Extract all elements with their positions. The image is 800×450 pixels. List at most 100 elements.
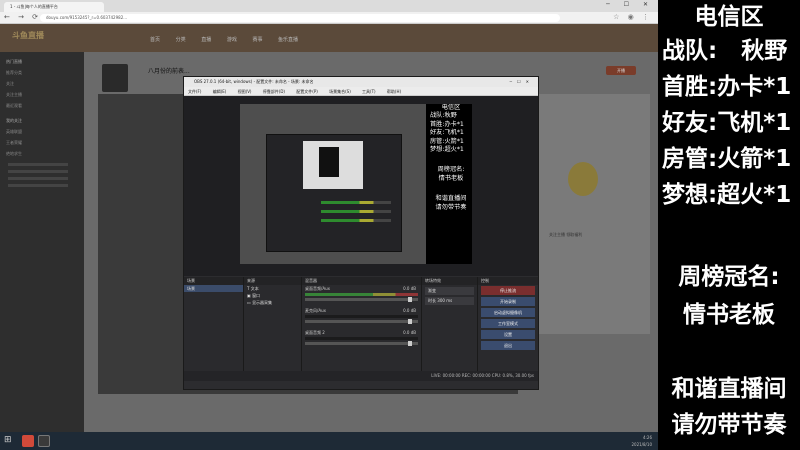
sidebar-item[interactable]: 最近观看: [0, 100, 84, 111]
source-label: 显示器采集: [252, 300, 273, 305]
transition-select[interactable]: 渐变: [425, 287, 474, 295]
stop-streaming-button[interactable]: 停止推流: [481, 286, 535, 295]
overlay-friend-value: 飞机*1: [717, 110, 792, 136]
menu-item[interactable]: 停靠部件(D): [263, 89, 285, 94]
address-bar[interactable]: douyu.com/9153245?_r=0.603742982...: [40, 14, 560, 22]
nav-item[interactable]: 直播: [201, 37, 211, 43]
mascot-image: [568, 162, 598, 196]
duration-field[interactable]: 时长 300 ms: [425, 297, 474, 305]
sidebar-item[interactable]: 王者荣耀: [0, 137, 84, 148]
menu-item[interactable]: 视图(V): [238, 89, 252, 94]
obs-app-icon[interactable]: [38, 435, 50, 447]
volume-fader[interactable]: [305, 319, 418, 324]
scene-item[interactable]: 场景: [184, 285, 243, 292]
overlay-team-label: 战队:: [662, 38, 718, 64]
sidebar-placeholder: [8, 170, 68, 173]
mini-admin-label: 房管:: [430, 137, 445, 145]
studio-mode-button[interactable]: 工作室模式: [481, 319, 535, 328]
settings-button[interactable]: 设置: [481, 330, 535, 339]
sidebar-item[interactable]: 绝地求生: [0, 148, 84, 159]
nav-item[interactable]: 鱼乐直播: [278, 37, 298, 43]
nested-capture: [240, 104, 426, 264]
overlay-first-win-label: 首胜:: [662, 74, 718, 100]
menu-item[interactable]: 场景集合(S): [329, 89, 351, 94]
obs-title: OBS 27.0.1 (64-bit, windows) - 配置文件: 未命名…: [194, 79, 314, 84]
nav-item[interactable]: 分类: [176, 37, 186, 43]
mini-notice-2: 请勿带节奏: [435, 203, 467, 211]
volume-fader[interactable]: [305, 297, 418, 302]
sidebar-item[interactable]: 热门直播: [0, 56, 84, 67]
overlay-team: 战队: 秋野: [658, 36, 800, 66]
sidebar-item[interactable]: 关注: [0, 78, 84, 89]
sources-dock: 来源 T 文本 ▣ 窗口 ▭ 显示器采集 + − ∧ ∨: [244, 277, 302, 381]
overlay-friend: 好友:飞机*1: [658, 108, 800, 138]
volume-fader[interactable]: [305, 341, 418, 346]
douyu-logo[interactable]: 斗鱼直播: [12, 30, 44, 41]
scenes-header: 场景: [184, 277, 243, 285]
sidebar-item[interactable]: 关注主播: [0, 89, 84, 100]
window-controls[interactable]: ─ ☐ ✕: [606, 1, 654, 8]
obs-titlebar: OBS 27.0.1 (64-bit, windows) - 配置文件: 未命名…: [184, 77, 538, 87]
nav-item[interactable]: 赛事: [252, 37, 262, 43]
menu-item[interactable]: 帮助(H): [387, 89, 401, 94]
preview-text-overlay: 电信区 战队:秋野 首胜:办卡*1 好友:飞机*1 房管:火箭*1 梦想:超火*…: [430, 104, 472, 264]
desktop-browser-window: 1 - 斗鱼|每个人的直播平台 ─ ☐ ✕ ← → ⟳ douyu.com/91…: [0, 0, 658, 450]
obs-window-controls[interactable]: ─☐✕: [510, 77, 534, 87]
channel-db: 0.0 dB: [403, 286, 416, 291]
mini-weekly-title: 周榜冠名:: [437, 166, 465, 174]
sidebar-item[interactable]: 我的关注: [0, 115, 84, 126]
douyu-nav: 首页 分类 直播 游戏 赛事 鱼乐直播: [150, 36, 312, 43]
source-item[interactable]: ▣ 窗口: [244, 292, 301, 299]
overlay-weekly-name: 情书老板: [683, 302, 775, 328]
sidebar-item[interactable]: 英雄联盟: [0, 126, 84, 137]
menu-item[interactable]: 配置文件(P): [296, 89, 318, 94]
follow-tag[interactable]: 关注主播 领取福利: [549, 232, 582, 238]
obs-docks: 场景 场景 + − ∧ ∨ 来源 T 文本 ▣ 窗口 ▭ 显示器采集 + − ∧…: [184, 277, 538, 381]
virtual-camera-button[interactable]: 启动虚拟摄像机: [481, 308, 535, 317]
mini-first: 首胜:办卡*1: [430, 121, 472, 129]
mini-admin: 房管:火箭*1: [430, 138, 472, 146]
overlay-team-value: 秋野: [741, 38, 788, 64]
mini-dream-value: 超火*1: [444, 146, 464, 154]
nested-obs-preview: [303, 141, 363, 189]
overlay-notice-2: 请勿带节奏: [671, 412, 787, 438]
exit-button[interactable]: 退出: [481, 341, 535, 350]
nav-back-forward-reload-icons[interactable]: ← → ⟳: [4, 13, 41, 21]
system-tray-clock[interactable]: 4:26 2021/8/10: [631, 434, 652, 448]
menu-item[interactable]: 文件(F): [188, 89, 201, 94]
menu-item[interactable]: 工具(T): [362, 89, 376, 94]
channel-name: 桌面音频/Aux 0.0 dB: [305, 286, 418, 292]
tray-date: 2021/8/10: [631, 442, 652, 447]
open-stream-button[interactable]: 开播: [606, 66, 636, 75]
nav-item[interactable]: 游戏: [227, 37, 237, 43]
taskbar: ⊞ 4:26 2021/8/10: [0, 432, 658, 450]
mini-team-label: 战队:: [430, 112, 445, 120]
stream-overlay-panel: 电信区 战队: 秋野 首胜:办卡*1 好友:飞机*1 房管:火箭*1 梦想:超火*…: [658, 0, 800, 450]
mini-friend-value: 飞机*1: [444, 129, 464, 137]
side-panel: [524, 94, 650, 334]
streamer-avatar[interactable]: [102, 64, 128, 92]
obs-preview[interactable]: 电信区 战队:秋野 首胜:办卡*1 好友:飞机*1 房管:火箭*1 梦想:超火*…: [184, 96, 538, 276]
channel-db: 0.0 dB: [403, 330, 416, 335]
extension-icons[interactable]: ☆ ◉ ⋮: [613, 13, 652, 21]
sidebar-item[interactable]: 推荐分类: [0, 67, 84, 78]
nav-item[interactable]: 首页: [150, 37, 160, 43]
start-recording-button[interactable]: 开始录制: [481, 297, 535, 306]
menu-item[interactable]: 编辑(E): [213, 89, 227, 94]
source-item[interactable]: T 文本: [244, 285, 301, 292]
browser-tab[interactable]: 1 - 斗鱼|每个人的直播平台: [4, 2, 104, 12]
channel-name: 麦克风/Aux 0.0 dB: [305, 308, 418, 314]
controls-header: 控制: [478, 277, 538, 285]
mixer-header: 混音器: [302, 277, 421, 285]
chrome-app-icon[interactable]: [22, 435, 34, 447]
windows-start-icon[interactable]: ⊞: [4, 435, 12, 445]
source-item[interactable]: ▭ 显示器采集: [244, 299, 301, 306]
screen: 1 - 斗鱼|每个人的直播平台 ─ ☐ ✕ ← → ⟳ douyu.com/91…: [0, 0, 800, 450]
preview-canvas: 电信区 战队:秋野 首胜:办卡*1 好友:飞机*1 房管:火箭*1 梦想:超火*…: [240, 104, 472, 264]
browser-toolbar: ← → ⟳ douyu.com/9153245?_r=0.603742982..…: [0, 12, 658, 24]
sources-header: 来源: [244, 277, 301, 285]
nested-obs-inner: [319, 147, 339, 177]
channel-label: 桌面音频 2: [305, 330, 325, 335]
mini-dream-label: 梦想:: [430, 146, 445, 154]
mixer-channel: 桌面音频 2 0.0 dB: [302, 329, 421, 351]
